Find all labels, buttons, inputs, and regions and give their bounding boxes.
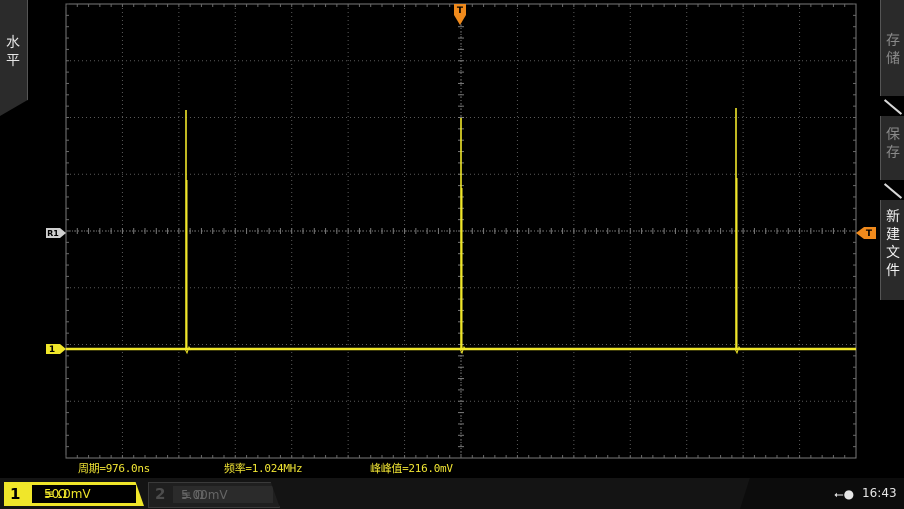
system-status: ⭠● 16:43	[740, 478, 904, 509]
new-file-softkey[interactable]: 新建文件	[880, 200, 904, 300]
trigger-level-marker[interactable]: T	[856, 227, 876, 239]
period-measurement: 周期=976.0ns	[78, 462, 150, 475]
scope-display: T T R1 1	[46, 3, 876, 459]
status-bar: 1 ≡ Ω 50.0mV 2 ≡ Ω 5.00mV ⭠● 16:43	[0, 478, 904, 509]
ch1-scale-box: ≡ Ω 50.0mV	[32, 485, 136, 503]
new-file-label: 新建文件	[886, 209, 900, 279]
svg-text:T: T	[457, 6, 464, 16]
ch2-scale-box: ≡ Ω 5.00mV	[173, 486, 273, 503]
frequency-measurement: 频率=1.024MHz	[224, 462, 303, 475]
save-softkey[interactable]: 保存	[880, 116, 904, 180]
ch1-offset-marker[interactable]: 1	[46, 344, 66, 355]
ch1-scale: 50.0mV	[44, 487, 91, 501]
ch1-settings[interactable]: 1 ≡ Ω 50.0mV	[4, 482, 144, 506]
usb-icon: ⭠●	[834, 487, 855, 501]
right-softkey-menu: 存储 保存 新建文件	[880, 0, 904, 300]
menu-divider	[883, 99, 903, 115]
peak-to-peak-measurement: 峰峰值=216.0mV	[370, 462, 453, 475]
ch2-scale: 5.00mV	[181, 488, 228, 502]
horizontal-menu-tab[interactable]: 水平	[0, 0, 28, 116]
svg-text:T: T	[866, 229, 873, 239]
svg-text:R1: R1	[47, 229, 59, 238]
storage-label: 存储	[886, 33, 900, 67]
storage-softkey[interactable]: 存储	[880, 0, 904, 96]
menu-divider	[883, 183, 903, 199]
ref-r1-marker[interactable]: R1	[46, 228, 66, 238]
svg-text:1: 1	[49, 345, 55, 355]
clock: 16:43	[862, 486, 897, 500]
horizontal-tab-label: 水平	[6, 35, 20, 69]
save-label: 保存	[886, 127, 900, 161]
ch2-number: 2	[155, 485, 166, 503]
ch2-settings[interactable]: 2 ≡ Ω 5.00mV	[148, 482, 280, 508]
ch1-number: 1	[10, 485, 21, 503]
